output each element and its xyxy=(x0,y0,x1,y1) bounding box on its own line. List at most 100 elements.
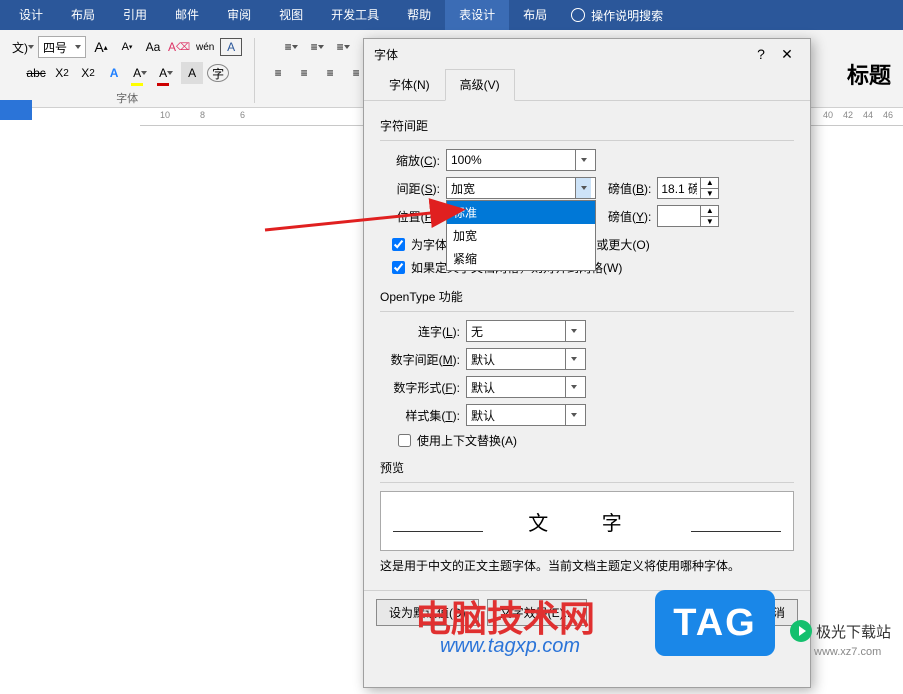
ligature-select[interactable]: 无 xyxy=(466,320,586,342)
ribbon-tab-references[interactable]: 引用 xyxy=(109,0,161,30)
spacing-option-condensed[interactable]: 紧缩 xyxy=(447,247,595,270)
section-divider xyxy=(380,140,794,141)
preview-line xyxy=(691,531,781,532)
ruler-mark: 42 xyxy=(843,110,853,120)
ruler-mark: 44 xyxy=(863,110,873,120)
ruler-mark: 10 xyxy=(160,110,170,120)
spin-up-button[interactable]: ▲ xyxy=(701,178,718,189)
numform-select[interactable]: 默认 xyxy=(466,376,586,398)
ruler-mark: 8 xyxy=(200,110,205,120)
numspacing-select[interactable]: 默认 xyxy=(466,348,586,370)
font-size-select[interactable]: 四号 xyxy=(38,36,86,58)
spacing-option-expanded[interactable]: 加宽 xyxy=(447,224,595,247)
spin-down-button[interactable]: ▼ xyxy=(701,189,718,199)
chevron-down-icon[interactable] xyxy=(565,405,581,425)
spacing-option-standard[interactable]: 标准 xyxy=(447,201,595,224)
tell-me-label: 操作说明搜索 xyxy=(591,7,663,24)
font-size-value: 四号 xyxy=(43,39,67,56)
scale-value: 100% xyxy=(451,153,575,167)
numspacing-value: 默认 xyxy=(471,351,565,368)
ligature-label: 连字(L): xyxy=(380,323,460,340)
preview-text: 文 字 xyxy=(528,507,646,536)
spacing-pt-spinner[interactable]: ▲▼ xyxy=(657,177,719,199)
clear-formatting-button[interactable]: A⌫ xyxy=(168,36,190,58)
ligature-value: 无 xyxy=(471,323,565,340)
page-margin xyxy=(0,126,140,694)
chevron-down-icon[interactable] xyxy=(565,349,581,369)
position-label: 位置(P): xyxy=(380,208,440,225)
spacing-pt-label: 磅值(B): xyxy=(608,180,651,197)
position-pt-input[interactable] xyxy=(658,206,700,226)
numform-value: 默认 xyxy=(471,379,565,396)
spacing-select[interactable]: 加宽 标准 加宽 紧缩 xyxy=(446,177,596,199)
dialog-help-button[interactable]: ? xyxy=(748,41,774,67)
multilevel-button[interactable]: ≡ xyxy=(332,36,354,58)
char-shading-button[interactable]: A xyxy=(181,62,203,84)
bullets-button[interactable]: ≡ xyxy=(280,36,302,58)
text-effects-button[interactable]: A xyxy=(103,62,125,84)
context-sub-checkbox[interactable] xyxy=(398,434,411,447)
shrink-font-button[interactable]: A▾ xyxy=(116,36,138,58)
tab-font[interactable]: 字体(N) xyxy=(374,69,445,100)
align-center-button[interactable]: ≡ xyxy=(293,62,315,84)
grow-font-button[interactable]: A▴ xyxy=(90,36,112,58)
position-pt-spinner[interactable]: ▲▼ xyxy=(657,205,719,227)
ribbon-tab-dev[interactable]: 开发工具 xyxy=(317,0,393,30)
phonetic-guide-button[interactable]: wén xyxy=(194,36,216,58)
ribbon-tab-view[interactable]: 视图 xyxy=(265,0,317,30)
ribbon-tab-table-design[interactable]: 表设计 xyxy=(445,0,509,30)
ribbon-tab-review[interactable]: 审阅 xyxy=(213,0,265,30)
font-group-label: 字体 xyxy=(116,90,138,106)
character-border-button[interactable]: A xyxy=(220,38,242,56)
font-color-button[interactable]: A xyxy=(155,62,177,84)
chevron-down-icon xyxy=(75,45,81,49)
numbering-button[interactable]: ≡ xyxy=(306,36,328,58)
lightbulb-icon xyxy=(571,8,585,22)
tell-me-search[interactable]: 操作说明搜索 xyxy=(571,7,663,24)
align-left-button[interactable]: ≡ xyxy=(267,62,289,84)
chevron-down-icon[interactable] xyxy=(575,150,591,170)
section-divider xyxy=(380,482,794,483)
ribbon-tab-table-layout[interactable]: 布局 xyxy=(509,0,561,30)
dialog-close-button[interactable]: ✕ xyxy=(774,41,800,67)
enclose-char-button[interactable]: 字 xyxy=(207,64,229,82)
ribbon-tab-layout[interactable]: 布局 xyxy=(57,0,109,30)
dialog-body: 字符间距 缩放(C): 100% 间距(S): 加宽 标准 加宽 紧缩 磅值(B… xyxy=(364,101,810,590)
section-opentype: OpenType 功能 xyxy=(380,288,794,305)
spacing-label: 间距(S): xyxy=(380,180,440,197)
spin-down-button[interactable]: ▼ xyxy=(701,217,718,227)
font-name-fragment[interactable]: 文) xyxy=(12,36,34,58)
ribbon-tab-design[interactable]: 设计 xyxy=(5,0,57,30)
superscript-button[interactable]: X2 xyxy=(77,62,99,84)
ribbon-tab-mailings[interactable]: 邮件 xyxy=(161,0,213,30)
tab-advanced[interactable]: 高级(V) xyxy=(445,69,515,101)
subscript-button[interactable]: X2 xyxy=(51,62,73,84)
preview-hint: 这是用于中文的正文主题字体。当前文档主题定义将使用哪种字体。 xyxy=(380,557,794,574)
cancel-button[interactable]: 取消 xyxy=(748,599,798,626)
dialog-footer: 设为默认值(D) 文字效果(E)... 确定 取消 xyxy=(364,590,810,634)
chevron-down-icon[interactable] xyxy=(565,321,581,341)
document-title-text: 标题 xyxy=(847,58,891,90)
highlight-button[interactable]: A xyxy=(129,62,151,84)
change-case-button[interactable]: Aa xyxy=(142,36,164,58)
numform-label: 数字形式(F): xyxy=(380,379,460,396)
set-default-button[interactable]: 设为默认值(D) xyxy=(376,599,479,626)
scale-select[interactable]: 100% xyxy=(446,149,596,171)
ok-button[interactable]: 确定 xyxy=(690,599,740,626)
strikethrough-button[interactable]: abc xyxy=(25,62,47,84)
ribbon-tab-help[interactable]: 帮助 xyxy=(393,0,445,30)
snap-grid-checkbox[interactable] xyxy=(392,261,405,274)
section-divider xyxy=(380,311,794,312)
spin-up-button[interactable]: ▲ xyxy=(701,206,718,217)
align-right-button[interactable]: ≡ xyxy=(319,62,341,84)
ruler-mark: 46 xyxy=(883,110,893,120)
chevron-down-icon[interactable] xyxy=(575,178,591,198)
dialog-title-text: 字体 xyxy=(374,46,398,63)
styleset-value: 默认 xyxy=(471,407,565,424)
chevron-down-icon[interactable] xyxy=(565,377,581,397)
styleset-select[interactable]: 默认 xyxy=(466,404,586,426)
spacing-pt-input[interactable] xyxy=(658,178,700,198)
section-char-spacing: 字符间距 xyxy=(380,117,794,134)
text-effects-button[interactable]: 文字效果(E)... xyxy=(487,599,587,626)
kerning-checkbox[interactable] xyxy=(392,238,405,251)
